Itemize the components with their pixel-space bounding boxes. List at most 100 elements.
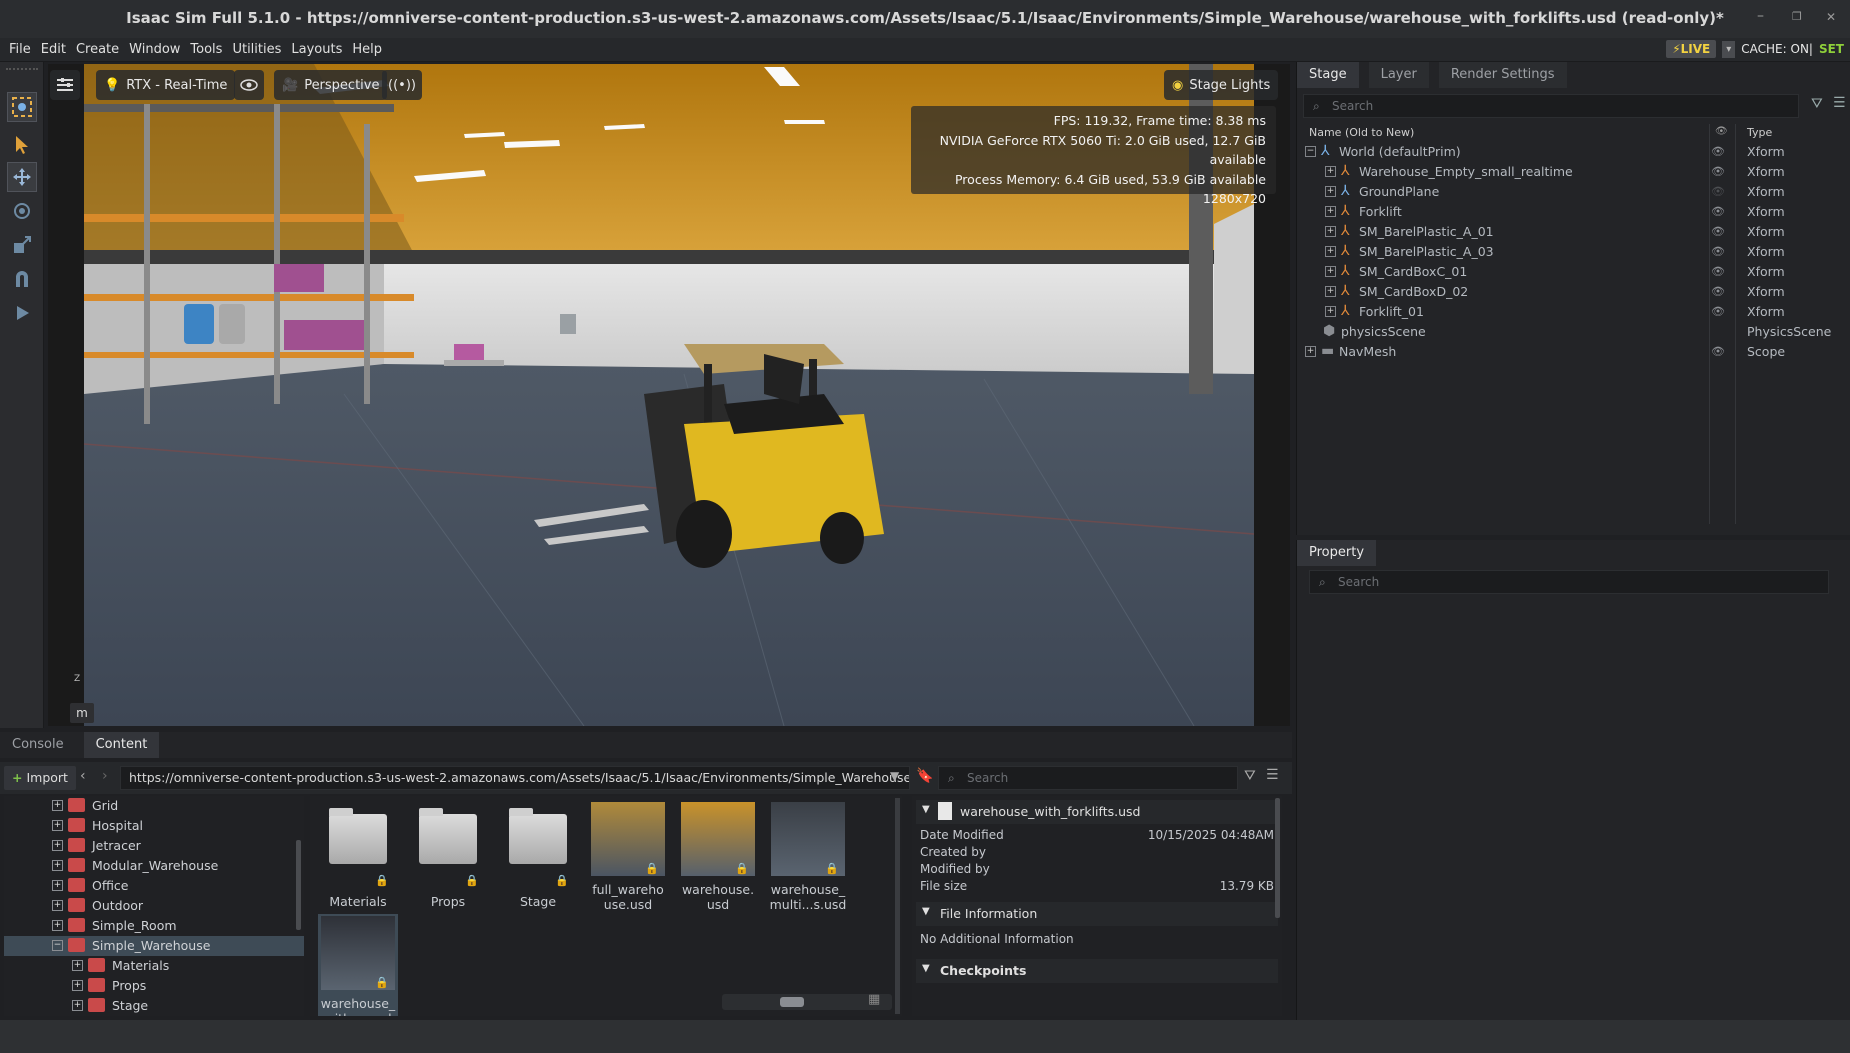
grid-view-icon[interactable]: ▦ <box>868 992 880 1007</box>
tree-item[interactable]: + Grid <box>4 796 304 816</box>
expand-toggle[interactable]: + <box>72 980 83 991</box>
expand-toggle[interactable]: + <box>52 820 63 831</box>
live-dropdown-button[interactable]: ▾ <box>1722 40 1736 58</box>
minimize-button[interactable]: – <box>1757 8 1764 24</box>
grid-item[interactable]: 🔒 Stage <box>498 802 578 909</box>
menu-edit[interactable]: Edit <box>41 38 66 62</box>
tree-scrollbar[interactable] <box>296 840 301 930</box>
file-information-header[interactable]: ▼ File Information <box>916 902 1278 926</box>
path-dropdown-icon[interactable]: ▼ <box>890 769 899 783</box>
expand-toggle[interactable]: + <box>1325 206 1336 217</box>
grid-item[interactable]: 🔒 Props <box>408 802 488 909</box>
expand-toggle[interactable]: + <box>52 860 63 871</box>
checkpoints-header[interactable]: ▼ Checkpoints <box>916 959 1278 983</box>
tree-item[interactable]: + Stage <box>4 996 304 1016</box>
stage-row[interactable]: + ▬ NavMesh 👁 Scope <box>1301 342 1850 362</box>
expand-toggle[interactable]: + <box>72 1000 83 1011</box>
menu-create[interactable]: Create <box>76 38 119 62</box>
rotate-tool-icon[interactable] <box>7 196 37 226</box>
tree-item[interactable]: + Office <box>4 876 304 896</box>
menu-help[interactable]: Help <box>352 38 382 62</box>
collapse-toggle[interactable]: − <box>1305 146 1316 157</box>
stage-row[interactable]: + ⅄ SM_CardBoxD_02 👁 Xform <box>1301 282 1850 302</box>
select-arrow-icon[interactable] <box>7 130 37 160</box>
stage-row[interactable]: + ⅄ GroundPlane 👁 Xform <box>1301 182 1850 202</box>
snap-magnet-icon[interactable] <box>7 264 37 294</box>
move-tool-icon[interactable] <box>7 162 37 192</box>
visibility-eye-icon[interactable]: 👁 <box>1711 285 1725 298</box>
tree-item[interactable]: + Hospital <box>4 816 304 836</box>
stage-row[interactable]: + ⅄ Warehouse_Empty_small_realtime 👁 Xfo… <box>1301 162 1850 182</box>
collapse-arrow-icon[interactable]: ▼ <box>922 906 930 917</box>
grid-item-selected[interactable]: 🔒 warehouse_ with_...usd <box>318 914 398 1016</box>
stage-row[interactable]: + ⅄ Forklift_01 👁 Xform <box>1301 302 1850 322</box>
filter-icon[interactable]: ⛛ <box>1811 96 1823 112</box>
options-menu-icon[interactable]: ☰ <box>1833 95 1846 111</box>
stage-row[interactable]: + ⅄ SM_CardBoxC_01 👁 Xform <box>1301 262 1850 282</box>
visibility-eye-icon[interactable]: 👁 <box>1711 345 1725 358</box>
expand-toggle[interactable]: + <box>1325 286 1336 297</box>
live-button[interactable]: ⚡LIVE <box>1666 40 1717 58</box>
forward-arrow-icon[interactable]: › <box>102 768 108 784</box>
expand-toggle[interactable]: + <box>1325 226 1336 237</box>
tree-item[interactable]: + Materials <box>4 956 304 976</box>
renderer-button[interactable]: 💡 RTX - Real-Time <box>96 70 236 100</box>
grid-item[interactable]: 🔒 warehouse. usd <box>678 802 758 912</box>
set-button[interactable]: SET <box>1819 42 1844 56</box>
stage-search-input[interactable]: ⌕ Search <box>1303 94 1799 118</box>
expand-toggle[interactable]: + <box>1325 246 1336 257</box>
expand-toggle[interactable]: + <box>1325 306 1336 317</box>
column-name[interactable]: Name (Old to New) <box>1309 126 1414 139</box>
expand-toggle[interactable]: + <box>52 880 63 891</box>
grid-item[interactable]: 🔒 full_wareho use.usd <box>588 802 668 912</box>
back-arrow-icon[interactable]: ‹ <box>80 768 86 784</box>
column-type[interactable]: Type <box>1747 126 1772 139</box>
play-icon[interactable] <box>7 298 37 328</box>
file-header[interactable]: ▼ warehouse_with_forklifts.usd <box>916 800 1278 824</box>
expand-toggle[interactable]: + <box>52 900 63 911</box>
collapse-arrow-icon[interactable]: ▼ <box>922 963 930 974</box>
tab-layer[interactable]: Layer <box>1368 62 1429 88</box>
tree-item[interactable]: + Outdoor <box>4 896 304 916</box>
visibility-eye-icon[interactable]: 👁 <box>1711 265 1725 278</box>
expand-toggle[interactable]: + <box>1325 186 1336 197</box>
visibility-eye-icon[interactable]: 👁 <box>1711 245 1725 258</box>
tab-property[interactable]: Property <box>1297 540 1377 566</box>
content-search-input[interactable]: ⌕ Search <box>938 766 1238 790</box>
expand-toggle[interactable]: + <box>52 800 63 811</box>
stage-row[interactable]: + ⅄ SM_BarelPlastic_A_01 👁 Xform <box>1301 222 1850 242</box>
menu-tools[interactable]: Tools <box>190 38 222 62</box>
options-menu-icon[interactable]: ☰ <box>1266 767 1279 783</box>
grid-item[interactable]: 🔒 Materials <box>318 802 398 909</box>
stage-row[interactable]: + ⅄ SM_BarelPlastic_A_03 👁 Xform <box>1301 242 1850 262</box>
hidden-eye-icon[interactable]: 👁 <box>1711 185 1725 198</box>
tab-render-settings[interactable]: Render Settings <box>1438 62 1567 88</box>
collapse-toggle[interactable]: − <box>52 940 63 951</box>
filter-icon[interactable]: ⛛ <box>1244 768 1256 784</box>
stage-row[interactable]: − ⅄ World (defaultPrim) 👁 Xform <box>1301 142 1850 162</box>
select-mode-icon[interactable] <box>7 92 37 122</box>
visibility-eye-icon[interactable]: 👁 <box>1711 205 1725 218</box>
expand-toggle[interactable]: + <box>52 920 63 931</box>
thumbnail-size-slider[interactable] <box>722 994 892 1010</box>
stage-row[interactable]: ⬢ physicsScene PhysicsScene <box>1301 322 1850 342</box>
grip-handle[interactable] <box>6 68 38 76</box>
visibility-eye-icon[interactable]: 👁 <box>1711 225 1725 238</box>
stage-row[interactable]: + ⅄ Forklift 👁 Xform <box>1301 202 1850 222</box>
viewport-settings-icon[interactable] <box>50 70 80 100</box>
broadcast-icon[interactable]: ((•)) <box>382 70 422 100</box>
tree-item[interactable]: + Jetracer <box>4 836 304 856</box>
expand-toggle[interactable]: + <box>72 960 83 971</box>
close-button[interactable]: ✕ <box>1826 10 1836 24</box>
collapse-arrow-icon[interactable]: ▼ <box>922 804 930 815</box>
menu-window[interactable]: Window <box>129 38 180 62</box>
visibility-eye-icon[interactable]: 👁 <box>1711 165 1725 178</box>
camera-button[interactable]: 🎥 Perspective <box>274 70 388 100</box>
info-scrollbar[interactable] <box>1275 798 1280 918</box>
grid-item[interactable]: 🔒 warehouse_ multi...s.usd <box>768 802 848 912</box>
viewport[interactable]: 💡 RTX - Real-Time 🎥 Perspective ((•)) ◉ … <box>48 64 1290 726</box>
tab-content[interactable]: Content <box>83 732 160 758</box>
menu-layouts[interactable]: Layouts <box>291 38 342 62</box>
tree-item[interactable]: + Simple_Room <box>4 916 304 936</box>
scale-tool-icon[interactable] <box>7 230 37 260</box>
